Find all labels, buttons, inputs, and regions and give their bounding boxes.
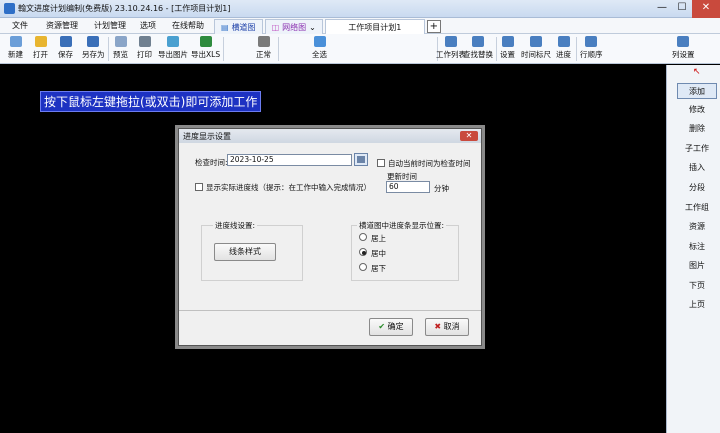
position-top-label: 居上: [371, 234, 386, 243]
show-actual-checkbox[interactable]: [195, 183, 203, 191]
tab-project[interactable]: 工作项目计划1: [324, 19, 425, 34]
save-as-button[interactable]: 另存为: [82, 36, 105, 60]
sub-task-button[interactable]: 子工作: [677, 141, 717, 157]
progress-button[interactable]: 进度: [556, 36, 571, 60]
pointer-arrow-icon: ↖: [693, 67, 701, 77]
print-icon: [138, 36, 151, 47]
save-as-icon: [87, 36, 100, 47]
sort-icon: [585, 36, 598, 47]
time-ruler-button[interactable]: 时间标尺: [521, 36, 551, 60]
image-icon: [167, 36, 179, 47]
auto-check-checkbox[interactable]: [377, 159, 385, 167]
annotation-button[interactable]: 标注: [677, 239, 717, 255]
toolbar: 新建 打开 保存 另存为 预览 打印 导出图片 导出XLS 缩小 放大 正常 撤…: [0, 34, 720, 95]
dialog-close-button[interactable]: ✕: [460, 131, 478, 141]
print-button[interactable]: 打印: [137, 36, 152, 60]
menu-file[interactable]: 文件: [12, 20, 28, 31]
save-icon: [59, 36, 72, 47]
network-icon: ◫: [271, 22, 280, 32]
resource-button[interactable]: 资源: [677, 219, 717, 235]
position-middle-label: 居中: [371, 249, 386, 258]
new-icon: [9, 36, 22, 47]
maximize-button[interactable]: ☐: [672, 0, 692, 18]
menu-help[interactable]: 在线帮助: [172, 20, 204, 31]
chevron-down-icon: ⌄: [309, 22, 316, 32]
update-interval-input[interactable]: 60: [386, 181, 430, 193]
gantt-icon: ▤: [221, 22, 229, 32]
list-icon: [445, 36, 457, 47]
export-image-button[interactable]: 导出图片: [158, 36, 188, 60]
menu-options[interactable]: 选项: [140, 20, 156, 31]
position-top-radio[interactable]: [359, 233, 367, 241]
tab-gantt[interactable]: ▤ 横道图: [214, 19, 263, 34]
right-panel: ↖ 添加 修改 删除 子工作 插入 分段 工作组 资源 标注 图片 下页 上页: [666, 65, 720, 433]
picture-button[interactable]: 图片: [677, 258, 717, 274]
ok-button[interactable]: ✔ 确定: [369, 318, 413, 336]
bar-position-group: [351, 225, 459, 281]
delete-button[interactable]: 删除: [677, 121, 717, 137]
next-page-button[interactable]: 下页: [677, 278, 717, 294]
dialog-title: 进度显示设置: [179, 129, 481, 143]
bar-position-label: 横道图中进度条显示位置:: [357, 220, 447, 231]
work-list-button[interactable]: 工作列表: [436, 36, 466, 60]
title-bar: 翰文进度计划编制(免费版) 23.10.24.16 - [工作项目计划1] — …: [0, 0, 720, 18]
check-time-input[interactable]: 2023-10-25: [227, 154, 352, 166]
excel-icon: [199, 36, 212, 47]
add-button[interactable]: 添加: [677, 83, 717, 99]
settings-icon: [501, 36, 514, 47]
settings-button[interactable]: 设置: [500, 36, 515, 60]
find-replace-button[interactable]: 查找替换: [463, 36, 493, 60]
edit-button[interactable]: 修改: [677, 102, 717, 118]
app-icon: [4, 3, 15, 14]
close-button[interactable]: ✕: [692, 0, 720, 18]
position-bottom-label: 居下: [371, 264, 386, 273]
add-tab-button[interactable]: +: [426, 20, 441, 33]
app-window: 翰文进度计划编制(免费版) 23.10.24.16 - [工作项目计划1] — …: [0, 0, 720, 433]
minimize-button[interactable]: —: [652, 0, 672, 18]
select-all-icon: [313, 36, 326, 47]
insert-button[interactable]: 插入: [677, 160, 717, 176]
window-title: 翰文进度计划编制(免费版) 23.10.24.16 - [工作项目计划1]: [18, 4, 231, 13]
tab-network[interactable]: ◫ 网络图 ⌄: [264, 19, 323, 34]
line-style-button[interactable]: 线条样式: [214, 243, 276, 261]
calendar-button[interactable]: [354, 153, 368, 166]
column-settings-button[interactable]: 列设置: [672, 36, 695, 60]
position-bottom-radio[interactable]: [359, 263, 367, 271]
cross-icon: ✖: [434, 322, 442, 331]
check-time-label: 检查时间:: [195, 158, 228, 167]
progress-settings-dialog: 进度显示设置 ✕ 检查时间: 2023-10-25 自动当前时间为检查时间 更新…: [178, 128, 482, 346]
check-icon: ✔: [378, 322, 386, 331]
search-icon: [472, 36, 484, 47]
open-button[interactable]: 打开: [33, 36, 48, 60]
cancel-button[interactable]: ✖ 取消: [425, 318, 469, 336]
position-middle-radio[interactable]: [359, 248, 367, 256]
prev-page-button[interactable]: 上页: [677, 297, 717, 313]
select-all-button[interactable]: 全选: [312, 36, 327, 60]
folder-icon: [34, 36, 47, 47]
save-button[interactable]: 保存: [58, 36, 73, 60]
update-unit-label: 分钟: [434, 184, 449, 193]
menu-resources[interactable]: 资源管理: [46, 20, 78, 31]
menu-plan[interactable]: 计划管理: [94, 20, 126, 31]
view-tabs: ▤ 横道图 ◫ 网络图 ⌄ 工作项目计划1 +: [214, 19, 441, 34]
new-button[interactable]: 新建: [8, 36, 23, 60]
row-order-button[interactable]: 行顺序: [580, 36, 603, 60]
export-xls-button[interactable]: 导出XLS: [191, 36, 220, 60]
columns-icon: [677, 36, 690, 47]
segment-button[interactable]: 分段: [677, 180, 717, 196]
preview-button[interactable]: 预览: [113, 36, 128, 60]
show-actual-label: 显示实际进度线（提示：在工作中输入完成情况）: [206, 183, 371, 192]
preview-icon: [114, 36, 127, 47]
ruler-icon: [530, 36, 542, 47]
progress-icon: [557, 36, 570, 47]
line-settings-label: 进度线设置:: [213, 220, 258, 231]
normal-size-button[interactable]: 正常: [256, 36, 271, 60]
normal-size-icon: [257, 36, 270, 47]
work-group-button[interactable]: 工作组: [677, 200, 717, 216]
calendar-icon: [357, 156, 365, 163]
canvas-hint: 按下鼠标左键拖拉(或双击)即可添加工作: [40, 91, 262, 112]
auto-check-label: 自动当前时间为检查时间: [388, 159, 471, 168]
